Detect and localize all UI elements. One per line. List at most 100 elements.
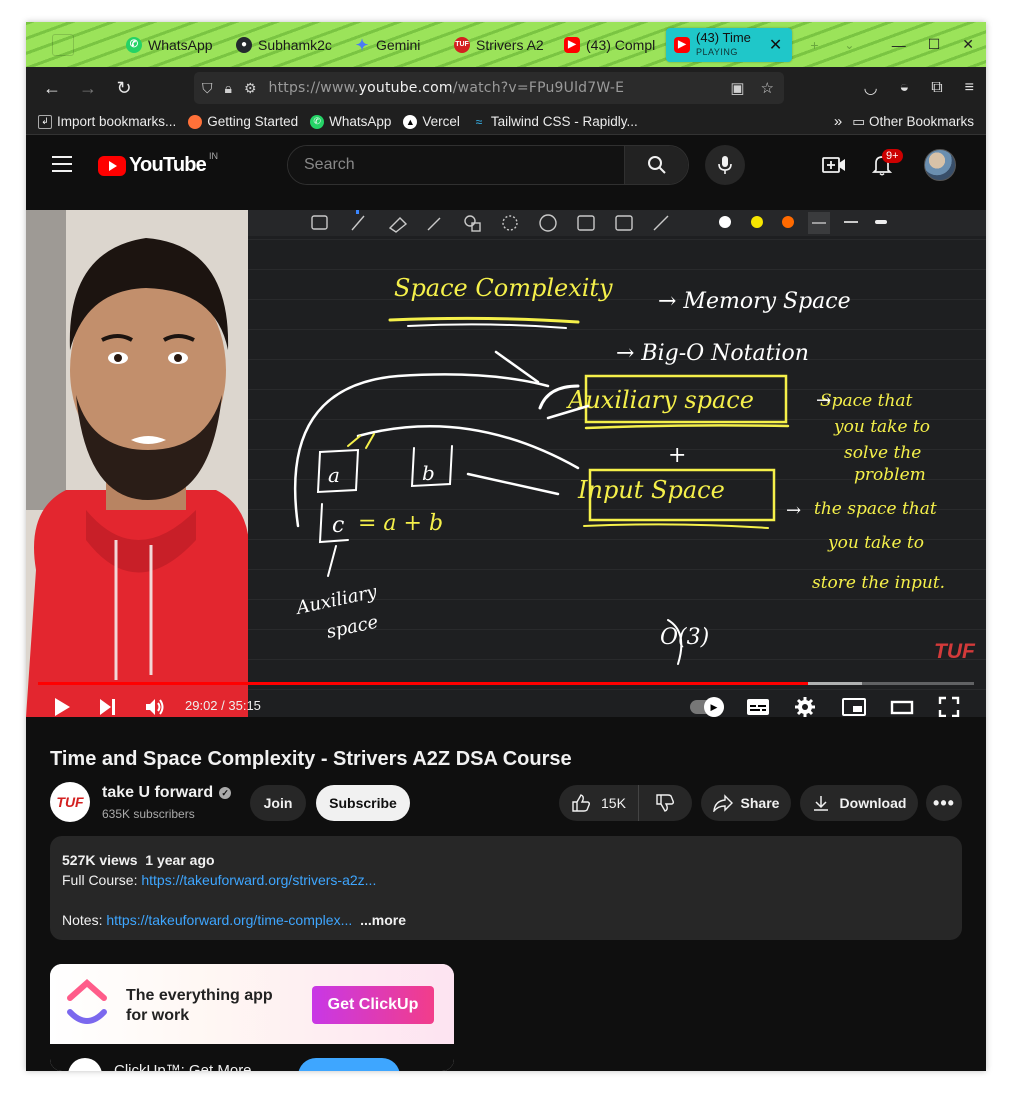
subscribe-button[interactable]: Subscribe <box>316 785 410 821</box>
back-icon[interactable]: ← <box>34 78 70 99</box>
tab-overview-icon[interactable] <box>52 33 74 56</box>
bookmark-whatsapp[interactable]: ✆ WhatsApp <box>310 114 391 129</box>
voice-search-button[interactable] <box>705 145 745 185</box>
youtube-header: YouTube IN Search 9+ <box>26 136 986 194</box>
full-course-link[interactable]: https://takeuforward.org/strivers-a2z... <box>141 872 376 888</box>
bookmark-star-icon[interactable]: ☆ <box>761 79 774 97</box>
channel-name[interactable]: take U forward ✓ <box>102 784 232 802</box>
bookmark-getting-started[interactable]: Getting Started <box>188 114 298 129</box>
fullscreen-icon[interactable] <box>938 696 960 717</box>
more-bookmarks-chevron-icon[interactable]: » <box>834 113 842 130</box>
played-fill <box>38 682 809 685</box>
close-window-icon[interactable]: ✕ <box>962 36 974 53</box>
url-text[interactable]: https://www.youtube.com/watch?v=FPu9Uld7… <box>269 80 625 96</box>
tab-bar: ✆ WhatsApp ● Subhamk2c ✦ Gemini TUF Stri… <box>26 22 986 67</box>
search-button[interactable] <box>624 146 688 184</box>
bookmark-import[interactable]: ↲ Import bookmarks... <box>38 114 176 129</box>
folder-icon: ▭ <box>852 113 865 129</box>
minimize-icon[interactable]: — <box>892 37 906 53</box>
create-button[interactable] <box>821 153 847 177</box>
youtube-icon: ▶ <box>674 36 690 53</box>
pocket-icon[interactable]: ◡ <box>864 78 878 98</box>
tab-list-chevron-icon[interactable]: ⌄ <box>844 38 854 52</box>
show-more-link[interactable]: ...more <box>360 912 406 928</box>
board-text-a: a <box>328 463 340 487</box>
board-text-big-o: → Big-O Notation <box>616 341 809 366</box>
ad-headline: The everything app for work <box>126 987 273 1024</box>
theater-mode-icon[interactable] <box>890 696 914 717</box>
channel-avatar[interactable]: TUF <box>50 782 90 822</box>
notes-link[interactable]: https://takeuforward.org/time-complex... <box>106 912 352 928</box>
new-tab-icon[interactable]: + <box>810 37 830 53</box>
get-clickup-button[interactable]: Get ClickUp <box>312 986 434 1024</box>
search-icon <box>647 156 666 174</box>
shield-icon[interactable]: ⛉ <box>202 80 213 97</box>
guide-menu-icon[interactable] <box>52 156 72 172</box>
dislike-button[interactable] <box>639 785 691 821</box>
miniplayer-icon[interactable] <box>842 696 866 717</box>
play-icon[interactable] <box>52 696 72 717</box>
sponsor-cta-button[interactable] <box>298 1058 400 1071</box>
tab-github[interactable]: ● Subhamk2c <box>228 30 346 60</box>
whiteboard-toolbar <box>248 210 986 236</box>
tab-whatsapp[interactable]: ✆ WhatsApp <box>118 30 228 60</box>
description-box[interactable]: 527K views 1 year ago Full Course: https… <box>50 836 962 940</box>
window-controls: — ☐ ✕ <box>892 36 986 53</box>
import-icon: ↲ <box>38 114 52 129</box>
board-text-plus: + <box>668 443 686 468</box>
board-text-memory-space: → Memory Space <box>658 289 851 314</box>
maximize-icon[interactable]: ☐ <box>928 36 941 53</box>
full-course-line: Full Course: https://takeuforward.org/st… <box>62 872 377 888</box>
video-player[interactable]: Space Complexity Auxiliary space Input S… <box>26 210 986 717</box>
like-button[interactable]: 15K <box>559 785 639 821</box>
tab-youtube-complexity[interactable]: ▶ (43) Compl <box>556 30 666 60</box>
settings-gear-icon[interactable] <box>794 696 816 717</box>
close-tab-icon[interactable]: ✕ <box>769 35 782 55</box>
navigation-bar: ← → ↻ ⛉ 🔒︎ ⚙ https://www.youtube.com/wat… <box>26 67 986 109</box>
progress-bar[interactable] <box>38 682 974 685</box>
bookmark-tailwind[interactable]: ≈ Tailwind CSS - Rapidly... <box>472 114 638 129</box>
presenter-image <box>26 210 248 717</box>
bookmark-vercel[interactable]: ▲ Vercel <box>403 114 460 129</box>
bookmarks-bar: ↲ Import bookmarks... Getting Started ✆ … <box>26 109 986 135</box>
youtube-icon: ▶ <box>564 36 580 53</box>
other-bookmarks-folder[interactable]: ▭ Other Bookmarks <box>852 114 974 130</box>
reload-icon[interactable]: ↻ <box>106 78 142 99</box>
tab-gemini[interactable]: ✦ Gemini <box>346 30 446 60</box>
ad-sponsor-row: ClickUp™: Get More <box>50 1044 454 1071</box>
url-bar[interactable]: ⛉ 🔒︎ ⚙ https://www.youtube.com/watch?v=F… <box>194 72 784 104</box>
join-button[interactable]: Join <box>250 785 306 821</box>
lock-icon[interactable]: 🔒︎ <box>225 80 232 97</box>
download-icon <box>813 796 828 811</box>
reader-view-icon[interactable]: ▣ <box>730 79 744 97</box>
extensions-icon[interactable]: ⧉ <box>931 79 942 97</box>
volume-icon[interactable] <box>144 696 166 717</box>
more-actions-button[interactable]: ••• <box>926 785 962 821</box>
avatar[interactable] <box>924 149 956 181</box>
tab-strivers[interactable]: TUF Strivers A2 <box>446 30 556 60</box>
search-input[interactable]: Search <box>288 146 624 184</box>
menu-icon[interactable]: ≡ <box>965 79 974 97</box>
ad-banner[interactable]: The everything app for work Get ClickUp <box>50 964 454 1044</box>
like-dislike-group: 15K <box>559 785 692 821</box>
autoplay-toggle[interactable]: ▶ <box>690 697 724 717</box>
share-button[interactable]: Share <box>701 785 791 821</box>
board-arrow-2: → <box>786 500 801 521</box>
board-text-input-desc-1: the space that <box>814 499 937 519</box>
tab-youtube-active[interactable]: ▶ (43) Time PLAYING ✕ <box>666 27 793 62</box>
sponsor-text: ClickUp™: Get More <box>114 1062 252 1071</box>
account-icon[interactable]: ◒ <box>900 79 910 97</box>
sponsored-ad[interactable]: The everything app for work Get ClickUp … <box>50 964 454 1071</box>
forward-icon[interactable]: → <box>70 78 106 99</box>
youtube-logo[interactable]: YouTube IN <box>98 151 218 177</box>
thumbs-up-icon <box>572 794 591 812</box>
download-button[interactable]: Download <box>800 785 918 821</box>
subtitles-icon[interactable] <box>746 696 770 717</box>
share-icon <box>712 794 733 812</box>
more-horizontal-icon: ••• <box>933 792 955 813</box>
notes-line: Notes: https://takeuforward.org/time-com… <box>62 912 407 928</box>
board-text-aux-desc-3: solve the <box>844 443 921 463</box>
next-icon[interactable] <box>98 696 118 717</box>
like-count: 15K <box>601 795 626 811</box>
permissions-icon[interactable]: ⚙ <box>244 80 257 97</box>
